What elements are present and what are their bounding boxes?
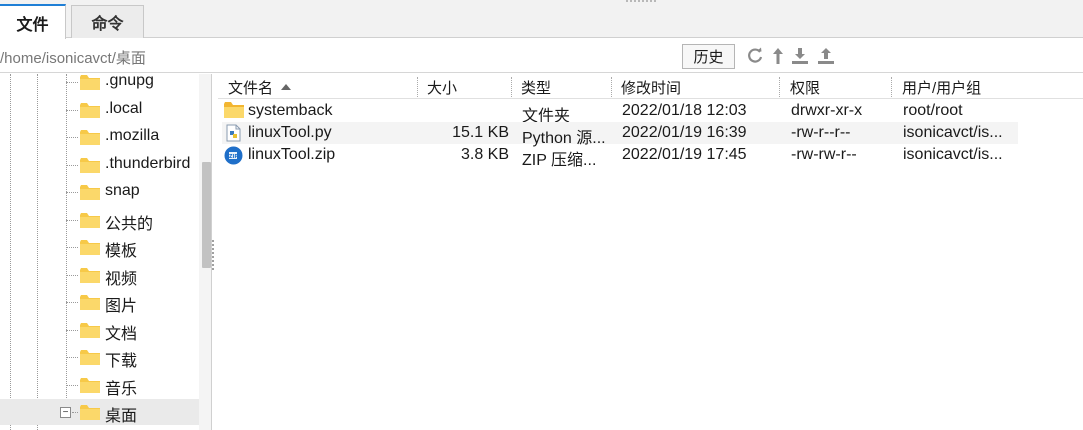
upload-icon[interactable] [816, 45, 836, 67]
column-header-size[interactable]: 大小 [427, 77, 457, 98]
file-owner: root/root [903, 102, 963, 119]
tree-item-label: .local [105, 100, 143, 117]
tree-scrollbar-thumb[interactable] [202, 162, 211, 268]
file-owner: isonicavct/is... [903, 124, 1003, 141]
tab-files[interactable]: 文件 [0, 4, 66, 39]
folder-icon [80, 75, 100, 94]
column-header-type[interactable]: 类型 [521, 77, 551, 98]
pane-splitter[interactable] [212, 240, 216, 270]
tree-item-label: .gnupg [105, 74, 154, 89]
tree-item-snap[interactable]: snap [0, 179, 199, 205]
file-size: 15.1 KB [452, 124, 509, 141]
tree-item-label: 音乐 [105, 381, 138, 398]
folder-icon [80, 103, 100, 122]
file-type: ZIP 压缩... [522, 152, 597, 169]
column-header-owner[interactable]: 用户/用户组 [902, 77, 981, 98]
file-list-header: 文件名 大小 类型 修改时间 权限 用户/用户组 [218, 74, 1083, 99]
collapse-toggle[interactable]: − [60, 407, 71, 418]
directory-tree: .gnupg .local .mozilla .thunderbird snap… [0, 74, 212, 430]
tree-item-templates[interactable]: 模板 [0, 234, 199, 260]
file-list: 文件名 大小 类型 修改时间 权限 用户/用户组 systemback 文件夹 … [218, 74, 1083, 430]
path-bar: 历史 [0, 39, 1083, 73]
file-permissions: -rw-r--r-- [791, 124, 851, 141]
tab-commands[interactable]: 命令 [71, 5, 144, 38]
path-input[interactable] [0, 45, 670, 69]
file-row-linuxtool-py[interactable]: linuxTool.py 15.1 KB Python 源... 2022/01… [222, 122, 1018, 147]
folder-icon [224, 102, 244, 122]
tab-bar: 文件 命令 [0, 0, 1083, 39]
file-permissions: -rw-rw-r-- [791, 146, 857, 163]
tree-item-local[interactable]: .local [0, 97, 199, 123]
file-modified: 2022/01/19 17:45 [622, 146, 747, 163]
tree-item-label: 模板 [105, 243, 138, 260]
folder-icon [80, 295, 100, 314]
column-header-name[interactable]: 文件名 [228, 77, 292, 98]
tree-item-desktop[interactable]: − 桌面 [0, 399, 199, 425]
file-row-linuxtool-zip[interactable]: ZIP linuxTool.zip 3.8 KB ZIP 压缩... 2022/… [222, 144, 1018, 169]
tree-item-label: 视频 [105, 271, 138, 288]
folder-icon [80, 240, 100, 259]
zip-file-icon: ZIP [224, 146, 243, 169]
column-header-modified[interactable]: 修改时间 [621, 77, 681, 98]
folder-icon [80, 350, 100, 369]
tree-item-videos[interactable]: 视频 [0, 262, 199, 288]
tree-item-label: .mozilla [105, 127, 160, 144]
tree-item-label: 桌面 [105, 408, 138, 425]
folder-icon [80, 158, 100, 177]
tree-item-label: .thunderbird [105, 155, 191, 172]
tree-item-label: 下载 [105, 353, 138, 370]
column-header-permissions[interactable]: 权限 [790, 77, 820, 98]
file-permissions: drwxr-xr-x [791, 102, 863, 119]
download-icon[interactable] [790, 45, 810, 67]
refresh-icon[interactable] [745, 45, 765, 67]
folder-icon [80, 323, 100, 342]
tree-item-label: 文档 [105, 326, 138, 343]
svg-text:ZIP: ZIP [229, 154, 238, 160]
history-button[interactable]: 历史 [682, 44, 735, 69]
tree-item-thunderbird[interactable]: .thunderbird [0, 152, 199, 178]
tree-item-music[interactable]: 音乐 [0, 372, 199, 398]
sort-ascending-icon [281, 84, 292, 90]
file-name: linuxTool.zip [248, 146, 336, 163]
tree-item-label: 图片 [105, 298, 138, 315]
tree-item-gnupg[interactable]: .gnupg [0, 74, 199, 95]
folder-icon [80, 378, 100, 397]
go-up-icon[interactable] [768, 45, 788, 67]
tree-item-public[interactable]: 公共的 [0, 207, 199, 233]
tree-item-label: snap [105, 182, 140, 199]
tree-item-label: 公共的 [105, 216, 154, 233]
drag-grip[interactable] [626, 0, 656, 3]
folder-icon [80, 268, 100, 287]
tree-item-mozilla[interactable]: .mozilla [0, 124, 199, 150]
tree-item-downloads[interactable]: 下载 [0, 344, 199, 370]
file-modified: 2022/01/19 16:39 [622, 124, 747, 141]
file-size: 3.8 KB [460, 146, 509, 163]
file-modified: 2022/01/18 12:03 [622, 102, 747, 119]
file-name: systemback [248, 102, 333, 119]
folder-icon [80, 213, 100, 232]
file-row-systemback[interactable]: systemback 文件夹 2022/01/18 12:03 drwxr-xr… [222, 100, 1018, 125]
tree-item-pictures[interactable]: 图片 [0, 289, 199, 315]
python-file-icon [224, 124, 242, 146]
folder-icon [80, 130, 100, 149]
folder-icon [80, 185, 100, 204]
file-owner: isonicavct/is... [903, 146, 1003, 163]
file-name: linuxTool.py [248, 124, 332, 141]
tree-item-documents[interactable]: 文档 [0, 317, 199, 343]
folder-icon [80, 405, 100, 424]
